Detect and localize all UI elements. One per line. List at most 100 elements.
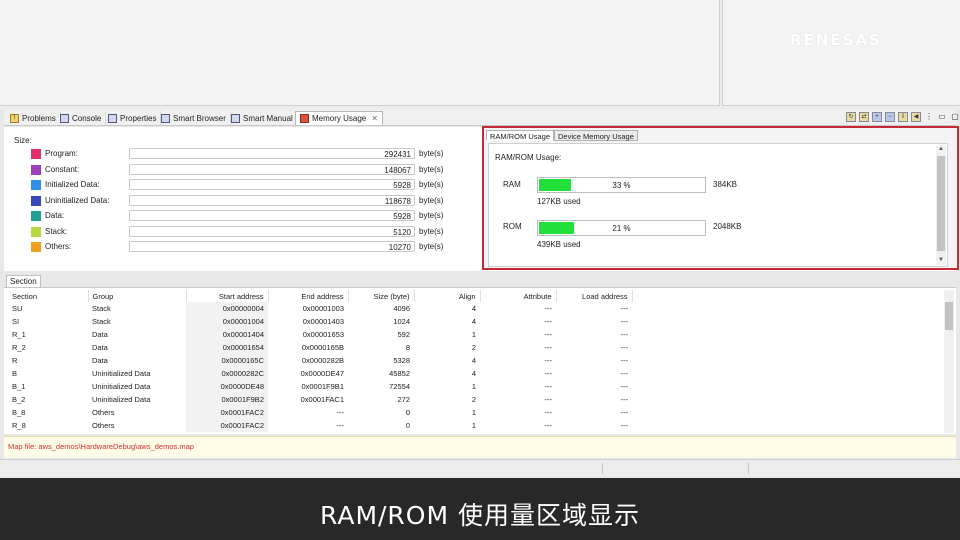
- others-swatch: [31, 242, 41, 252]
- table-cell: 5328: [393, 356, 410, 365]
- section-table-panel: Section Group Start address End address …: [4, 287, 956, 434]
- ram-rom-title: RAM/ROM Usage:: [495, 153, 562, 162]
- scroll-down-icon[interactable]: ▼: [936, 256, 946, 265]
- ram-rom-body: RAM/ROM Usage: RAM 33 % 384KB 127KB used…: [488, 143, 948, 267]
- tab-section[interactable]: Section: [6, 275, 41, 287]
- table-cell: ---: [620, 356, 629, 365]
- table-cell: Others: [92, 408, 115, 417]
- tab-device-memory-usage[interactable]: Device Memory Usage: [554, 130, 638, 141]
- table-row[interactable]: B Uninitialized Data 0x0000282C 0x0000DE47 4…: [8, 367, 632, 380]
- ram-rom-scrollbar[interactable]: ▲ ▼: [936, 145, 946, 265]
- table-row[interactable]: SI Stack 0x00001004 0x00001403 1024 4 --- ---: [8, 315, 632, 328]
- scroll-thumb[interactable]: [945, 302, 953, 330]
- tab-properties[interactable]: Properties: [104, 111, 162, 125]
- close-icon[interactable]: ✕: [371, 114, 378, 123]
- size-unit: byte(s): [419, 242, 444, 251]
- status-bar: [0, 459, 960, 476]
- table-cell: 0x0000165C: [186, 354, 268, 367]
- table-cell: ---: [620, 330, 629, 339]
- rom-label: ROM: [503, 222, 522, 231]
- table-cell: 0x0000282C: [186, 367, 268, 380]
- editor-area: RENESAS: [0, 0, 960, 110]
- col-size[interactable]: Size (byte): [348, 290, 415, 302]
- table-cell: Others: [92, 421, 115, 430]
- caption-band: RAM/ROM 使用量区域显示: [0, 478, 960, 540]
- tab-smart-manual[interactable]: Smart Manual: [227, 111, 298, 125]
- table-scrollbar[interactable]: [944, 290, 954, 433]
- table-cell: ---: [620, 421, 629, 430]
- smart-browser-icon: [161, 113, 170, 123]
- col-load-address[interactable]: Load address: [556, 290, 633, 302]
- table-row[interactable]: SU Stack 0x00000004 0x00001003 4096 4 --- ---: [8, 302, 632, 315]
- col-group[interactable]: Group: [88, 290, 187, 302]
- col-align[interactable]: Align: [414, 290, 481, 302]
- status-divider: [602, 463, 603, 474]
- table-cell: 8: [405, 343, 410, 352]
- back-icon[interactable]: ◀: [911, 112, 921, 122]
- minimize-icon[interactable]: ▭: [937, 112, 947, 122]
- table-cell: 2: [471, 395, 476, 404]
- ram-rom-usage-panel: RAM/ROM Usage Device Memory Usage RAM/RO…: [482, 126, 959, 270]
- table-cell: Data: [92, 356, 108, 365]
- table-row[interactable]: R Data 0x0000165C 0x0000282B 5328 4 --- ---: [8, 354, 632, 367]
- view-menu-icon[interactable]: ⋮: [924, 112, 934, 122]
- size-name: Initialized Data:: [45, 180, 100, 189]
- ram-total: 384KB: [713, 180, 738, 189]
- table-row[interactable]: B_2 Uninitialized Data 0x0001F9B2 0x0001FAC…: [8, 393, 632, 406]
- constant-swatch: [31, 165, 41, 175]
- table-cell: B_1: [12, 382, 26, 391]
- scroll-thumb[interactable]: [937, 156, 945, 251]
- tab-ram-rom-usage[interactable]: RAM/ROM Usage: [486, 130, 555, 141]
- table-cell: Uninitialized Data: [92, 395, 151, 404]
- tab-smart-browser[interactable]: Smart Browser: [157, 111, 231, 125]
- table-cell: 0x00001654: [186, 341, 268, 354]
- table-cell: 0x0001FAC2: [186, 419, 268, 432]
- status-divider: [748, 463, 749, 474]
- col-attribute[interactable]: Attribute: [480, 290, 557, 302]
- ram-label: RAM: [503, 180, 521, 189]
- zoom-in-icon[interactable]: +: [872, 112, 882, 122]
- properties-icon: [108, 113, 117, 123]
- table-cell: 0x0001FAC2: [186, 406, 268, 419]
- ram-used: 127KB used: [537, 197, 581, 206]
- size-row-program: Program: 292431 byte(s): [31, 147, 461, 161]
- table-row[interactable]: R_1 Data 0x00001404 0x00001653 592 1 --- ---: [8, 328, 632, 341]
- table-cell: 0x0001F9B2: [186, 393, 268, 406]
- table-cell: R_1: [12, 330, 26, 339]
- size-name: Others:: [45, 242, 72, 251]
- table-cell: 0x0000282B: [301, 356, 344, 365]
- table-cell: R_8: [12, 421, 26, 430]
- size-name: Program:: [45, 149, 78, 158]
- table-cell: 0x0001FAC1: [300, 395, 344, 404]
- zoom-out-icon[interactable]: −: [885, 112, 895, 122]
- col-section[interactable]: Section: [8, 290, 89, 302]
- size-row-uninitialized-data: Uninitialized Data: 118678 byte(s): [31, 194, 461, 208]
- tab-console[interactable]: Console: [56, 111, 107, 125]
- col-start-address[interactable]: Start address: [186, 290, 269, 302]
- ram-rom-tabs: RAM/ROM Usage Device Memory Usage: [486, 130, 638, 141]
- table-cell: ---: [620, 343, 629, 352]
- maximize-icon[interactable]: ▢: [950, 112, 960, 122]
- table-cell: 1024: [393, 317, 410, 326]
- table-row[interactable]: R_2 Data 0x00001654 0x0000165B 8 2 --- ---: [8, 341, 632, 354]
- side-pane[interactable]: [722, 0, 960, 106]
- memory-usage-icon: [300, 114, 309, 123]
- refresh-icon[interactable]: ↻: [846, 112, 856, 122]
- export-icon[interactable]: ⇩: [898, 112, 908, 122]
- editor-pane[interactable]: [0, 0, 720, 106]
- col-end-address[interactable]: End address: [268, 290, 349, 302]
- size-name: Stack:: [45, 227, 68, 236]
- table-cell: 0x00001003: [302, 304, 344, 313]
- rom-usage-bar: 21 %: [537, 220, 706, 236]
- table-row[interactable]: B_1 Uninitialized Data 0x0000DE48 0x0001F9B…: [8, 380, 632, 393]
- table-cell: Uninitialized Data: [92, 382, 151, 391]
- link-icon[interactable]: ⇄: [859, 112, 869, 122]
- tab-memory-usage[interactable]: Memory Usage ✕: [295, 111, 383, 125]
- table-row[interactable]: R_8 Others 0x0001FAC2 --- 0 1 --- ---: [8, 419, 632, 432]
- scroll-up-icon[interactable]: ▲: [936, 145, 946, 154]
- table-cell: 4: [471, 304, 476, 313]
- tab-problems[interactable]: ! Problems: [6, 111, 61, 125]
- table-cell: 0x00000004: [186, 302, 268, 315]
- table-row[interactable]: B_8 Others 0x0001FAC2 --- 0 1 --- ---: [8, 406, 632, 419]
- rom-used: 439KB used: [537, 240, 581, 249]
